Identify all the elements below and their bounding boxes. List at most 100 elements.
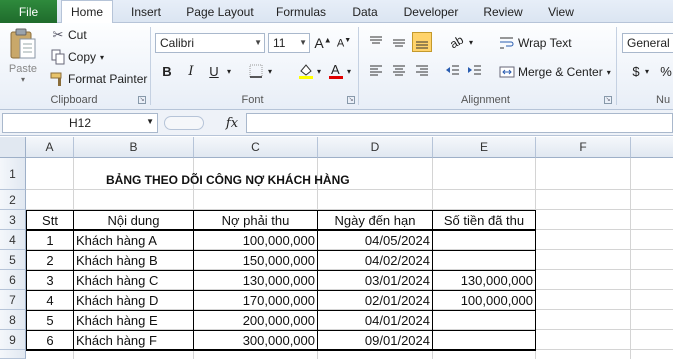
formula-bar-splitter[interactable]: [164, 116, 204, 130]
row-header-3[interactable]: 3: [0, 210, 26, 230]
cell-receivable[interactable]: 100,000,000: [193, 230, 318, 251]
header-cell-receivable[interactable]: Nợ phải thu: [193, 210, 318, 230]
column-header-f[interactable]: F: [536, 137, 631, 158]
tab-home[interactable]: Home: [61, 0, 113, 24]
chevron-down-icon[interactable]: ▾: [642, 61, 652, 81]
align-center-button[interactable]: [389, 61, 409, 81]
tab-page-layout[interactable]: Page Layout: [180, 0, 260, 23]
tab-developer[interactable]: Developer: [396, 0, 466, 23]
orientation-button[interactable]: ab: [447, 32, 467, 52]
formula-input[interactable]: [246, 113, 673, 133]
fill-color-button[interactable]: [296, 61, 316, 81]
column-header-c[interactable]: C: [194, 137, 318, 158]
row-header-partial[interactable]: [0, 350, 26, 359]
insert-function-button[interactable]: fx: [220, 113, 244, 133]
dialog-launcher-icon[interactable]: ↘: [138, 96, 146, 104]
tab-file[interactable]: File: [0, 0, 57, 23]
tab-formulas[interactable]: Formulas: [270, 0, 332, 23]
tab-review[interactable]: Review: [478, 0, 528, 23]
number-format-select[interactable]: General: [622, 33, 673, 53]
cell-due-date[interactable]: 04/02/2024: [317, 250, 433, 271]
column-header-d[interactable]: D: [318, 137, 433, 158]
wrap-text-button[interactable]: Wrap Text: [499, 34, 572, 52]
cell-due-date[interactable]: 04/01/2024: [317, 310, 433, 331]
row-header-1[interactable]: 1: [0, 158, 26, 190]
chevron-down-icon[interactable]: ▾: [265, 61, 275, 81]
format-painter-button[interactable]: Format Painter: [50, 70, 147, 88]
copy-button[interactable]: Copy ▾: [50, 48, 104, 66]
font-size-select[interactable]: 11 ▼: [268, 33, 310, 53]
cell-receivable[interactable]: 130,000,000: [193, 270, 318, 291]
cell-stt[interactable]: 6: [26, 330, 74, 351]
name-box[interactable]: H12 ▼: [2, 113, 158, 133]
align-top-button[interactable]: [366, 32, 386, 52]
cell-content[interactable]: Khách hàng D: [73, 290, 194, 311]
cell-receivable[interactable]: 200,000,000: [193, 310, 318, 331]
cell-stt[interactable]: 5: [26, 310, 74, 331]
cell-receivable[interactable]: 150,000,000: [193, 250, 318, 271]
row-header-8[interactable]: 8: [0, 310, 26, 330]
tab-insert[interactable]: Insert: [122, 0, 170, 23]
align-middle-button[interactable]: [389, 32, 409, 52]
row-header-4[interactable]: 4: [0, 230, 26, 250]
cell-stt[interactable]: 3: [26, 270, 74, 291]
header-cell-due-date[interactable]: Ngày đến hạn: [317, 210, 433, 230]
row-header-7[interactable]: 7: [0, 290, 26, 310]
underline-options-icon[interactable]: ▾: [224, 61, 234, 81]
font-color-button[interactable]: A: [326, 61, 346, 81]
borders-button[interactable]: [246, 61, 266, 81]
cell-collected[interactable]: [432, 330, 536, 351]
dialog-launcher-icon[interactable]: ↘: [604, 96, 612, 104]
chevron-down-icon[interactable]: ▾: [314, 61, 324, 81]
cell-collected[interactable]: [432, 310, 536, 331]
italic-button[interactable]: I: [181, 61, 201, 81]
merge-center-button[interactable]: Merge & Center ▾: [499, 63, 611, 81]
cell-content[interactable]: Khách hàng B: [73, 250, 194, 271]
sheet-title[interactable]: BẢNG THEO DÕI CÔNG NỢ KHÁCH HÀNG: [104, 170, 352, 190]
cell-receivable[interactable]: 170,000,000: [193, 290, 318, 311]
underline-button[interactable]: U: [204, 61, 224, 81]
grow-font-button[interactable]: A▲: [313, 33, 333, 53]
header-cell-content[interactable]: Nội dung: [73, 210, 194, 230]
row-header-2[interactable]: 2: [0, 190, 26, 210]
dialog-launcher-icon[interactable]: ↘: [347, 96, 355, 104]
cell-due-date[interactable]: 09/01/2024: [317, 330, 433, 351]
cell-due-date[interactable]: 03/01/2024: [317, 270, 433, 291]
header-cell-stt[interactable]: Stt: [26, 210, 74, 230]
decrease-indent-button[interactable]: [443, 61, 463, 81]
column-header-b[interactable]: B: [74, 137, 194, 158]
cell-due-date[interactable]: 04/05/2024: [317, 230, 433, 251]
cell-content[interactable]: Khách hàng A: [73, 230, 194, 251]
cell-collected[interactable]: 130,000,000: [432, 270, 536, 291]
chevron-down-icon[interactable]: ▾: [466, 32, 476, 52]
row-header-6[interactable]: 6: [0, 270, 26, 290]
row-header-5[interactable]: 5: [0, 250, 26, 270]
bold-button[interactable]: B: [157, 61, 177, 81]
cell-content[interactable]: Khách hàng C: [73, 270, 194, 291]
column-header-e[interactable]: E: [433, 137, 536, 158]
row-header-9[interactable]: 9: [0, 330, 26, 350]
cut-button[interactable]: ✂ Cut: [50, 26, 87, 44]
align-right-button[interactable]: [412, 61, 432, 81]
cell-collected[interactable]: [432, 230, 536, 251]
cell-stt[interactable]: 1: [26, 230, 74, 251]
chevron-down-icon[interactable]: ▾: [344, 61, 354, 81]
cell-content[interactable]: Khách hàng F: [73, 330, 194, 351]
increase-indent-button[interactable]: [465, 61, 485, 81]
paste-button[interactable]: Paste ▾: [4, 27, 42, 85]
cell-collected[interactable]: 100,000,000: [432, 290, 536, 311]
tab-view[interactable]: View: [540, 0, 582, 23]
shrink-font-button[interactable]: A▼: [334, 33, 354, 53]
cell-content[interactable]: Khách hàng E: [73, 310, 194, 331]
font-name-select[interactable]: Calibri ▼: [155, 33, 265, 53]
align-bottom-button[interactable]: [412, 32, 432, 52]
select-all-corner[interactable]: [0, 137, 26, 158]
percent-button[interactable]: %: [656, 61, 673, 81]
column-header-partial[interactable]: [631, 137, 673, 158]
tab-data[interactable]: Data: [344, 0, 386, 23]
cell-stt[interactable]: 2: [26, 250, 74, 271]
header-cell-collected[interactable]: Số tiền đã thu: [432, 210, 536, 230]
align-left-button[interactable]: [366, 61, 386, 81]
cell-due-date[interactable]: 02/01/2024: [317, 290, 433, 311]
cell-collected[interactable]: [432, 250, 536, 271]
